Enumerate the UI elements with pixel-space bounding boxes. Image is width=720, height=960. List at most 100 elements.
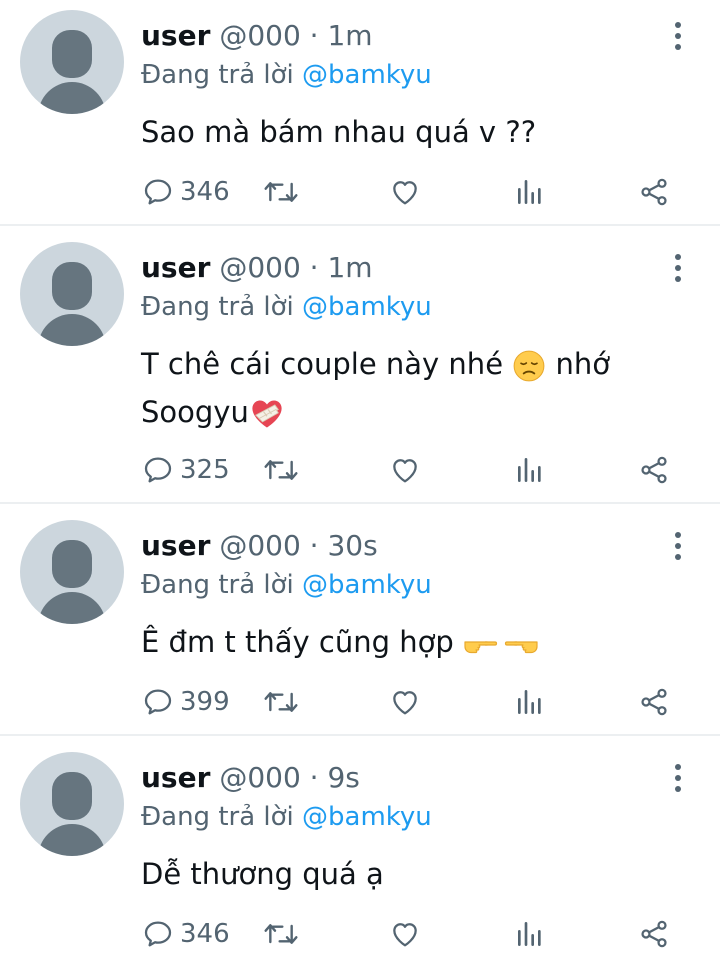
tweet-text: Ê đm t thấy cũng hợp (141, 618, 681, 666)
tweet-header: user @000 · 30s (141, 528, 378, 564)
like-button[interactable] (388, 172, 428, 212)
timestamp[interactable]: 1m (327, 251, 372, 284)
like-button[interactable] (388, 914, 428, 954)
more-vertical-icon[interactable] (668, 762, 688, 794)
avatar[interactable] (20, 752, 124, 856)
views-button[interactable] (514, 172, 550, 212)
views-button[interactable] (514, 914, 550, 954)
tweet-header: user @000 · 1m (141, 18, 373, 54)
tweet-text: T chê cái couple này nhé nhớ Soogyu (141, 340, 681, 436)
tweet-4[interactable]: user @000 · 9s Đang trả lời @bamkyu Dễ t… (0, 736, 720, 960)
pointing-left-emoji (504, 641, 538, 654)
views-button[interactable] (514, 682, 550, 722)
tweet-3[interactable]: user @000 · 30s Đang trả lời @bamkyu Ê đ… (0, 504, 720, 734)
share-button[interactable] (638, 682, 674, 722)
reply-button[interactable]: 346 (142, 914, 242, 954)
action-bar: 346 (0, 172, 720, 212)
retweet-button[interactable] (262, 914, 302, 954)
more-vertical-icon[interactable] (668, 252, 688, 284)
analytics-icon (518, 690, 541, 714)
tweet-2[interactable]: user @000 · 1m Đang trả lời @bamkyu T ch… (0, 226, 720, 502)
retweet-button[interactable] (262, 450, 302, 490)
mention-link[interactable]: @bamkyu (302, 292, 432, 322)
separator-dot: · (309, 251, 319, 284)
replying-to: Đang trả lời @bamkyu (141, 799, 432, 835)
share-button[interactable] (638, 172, 674, 212)
avatar[interactable] (20, 520, 124, 624)
disappointed-face-emoji (513, 350, 545, 382)
separator-dot: · (309, 19, 319, 52)
reply-count: 399 (180, 687, 230, 717)
handle[interactable]: @000 (219, 251, 300, 284)
replying-to: Đang trả lời @bamkyu (141, 567, 432, 603)
action-bar: 325 (0, 450, 720, 490)
more-vertical-icon[interactable] (668, 20, 688, 52)
replying-to: Đang trả lời @bamkyu (141, 289, 432, 325)
retweet-button[interactable] (262, 172, 302, 212)
avatar[interactable] (20, 242, 124, 346)
action-bar: 399 (0, 682, 720, 722)
tweet-text: Sao mà bám nhau quá v ?? (141, 108, 681, 156)
more-vertical-icon[interactable] (668, 530, 688, 562)
timestamp[interactable]: 1m (327, 19, 372, 52)
display-name[interactable]: user (141, 529, 210, 562)
display-name[interactable]: user (141, 251, 210, 284)
separator-dot: · (309, 761, 319, 794)
share-button[interactable] (638, 914, 674, 954)
avatar[interactable] (20, 10, 124, 114)
replying-to-label: Đang trả lời (141, 570, 294, 600)
replying-to-label: Đang trả lời (141, 292, 294, 322)
analytics-icon (518, 922, 541, 946)
timestamp[interactable]: 30s (327, 529, 377, 562)
tweet-text-line: Dễ thương quá ạ (141, 857, 384, 891)
tweet-text-line: Soogyu (141, 395, 249, 429)
analytics-icon (518, 458, 541, 482)
timestamp[interactable]: 9s (327, 761, 359, 794)
reply-icon (144, 457, 172, 483)
reply-count: 325 (180, 455, 230, 485)
retweet-icon (264, 924, 298, 944)
tweet-header: user @000 · 1m (141, 250, 373, 286)
replying-to-label: Đang trả lời (141, 60, 294, 90)
views-button[interactable] (514, 450, 550, 490)
mention-link[interactable]: @bamkyu (302, 60, 432, 90)
heart-icon (393, 691, 417, 715)
analytics-icon (518, 180, 541, 204)
heart-icon (393, 181, 417, 205)
reply-count: 346 (180, 919, 230, 949)
mending-heart-emoji (252, 400, 282, 428)
share-button[interactable] (638, 450, 674, 490)
display-name[interactable]: user (141, 19, 210, 52)
tweet-header: user @000 · 9s (141, 760, 360, 796)
pointing-right-emoji (464, 641, 498, 654)
reply-button[interactable]: 399 (142, 682, 242, 722)
tweet-text-line: T chê cái couple này nhé (141, 347, 504, 381)
retweet-icon (264, 182, 298, 202)
reply-icon (144, 921, 172, 947)
tweet-text-line: Sao mà bám nhau quá v ?? (141, 115, 537, 149)
like-button[interactable] (388, 682, 428, 722)
mention-link[interactable]: @bamkyu (302, 570, 432, 600)
retweet-button[interactable] (262, 682, 302, 722)
reply-button[interactable]: 325 (142, 450, 242, 490)
handle[interactable]: @000 (219, 761, 300, 794)
handle[interactable]: @000 (219, 529, 300, 562)
replying-to: Đang trả lời @bamkyu (141, 57, 432, 93)
handle[interactable]: @000 (219, 19, 300, 52)
share-icon (641, 178, 667, 206)
like-button[interactable] (388, 450, 428, 490)
tweet-text-line: nhớ (555, 347, 610, 381)
retweet-icon (264, 692, 298, 712)
mention-link[interactable]: @bamkyu (302, 802, 432, 832)
replying-to-label: Đang trả lời (141, 802, 294, 832)
tweet-1[interactable]: user @000 · 1m Đang trả lời @bamkyu Sao … (0, 0, 720, 224)
reply-icon (144, 689, 172, 715)
heart-icon (393, 923, 417, 947)
display-name[interactable]: user (141, 761, 210, 794)
reply-count: 346 (180, 177, 230, 207)
retweet-icon (264, 460, 298, 480)
reply-icon (144, 179, 172, 205)
separator-dot: · (309, 529, 319, 562)
share-icon (641, 920, 667, 948)
reply-button[interactable]: 346 (142, 172, 242, 212)
